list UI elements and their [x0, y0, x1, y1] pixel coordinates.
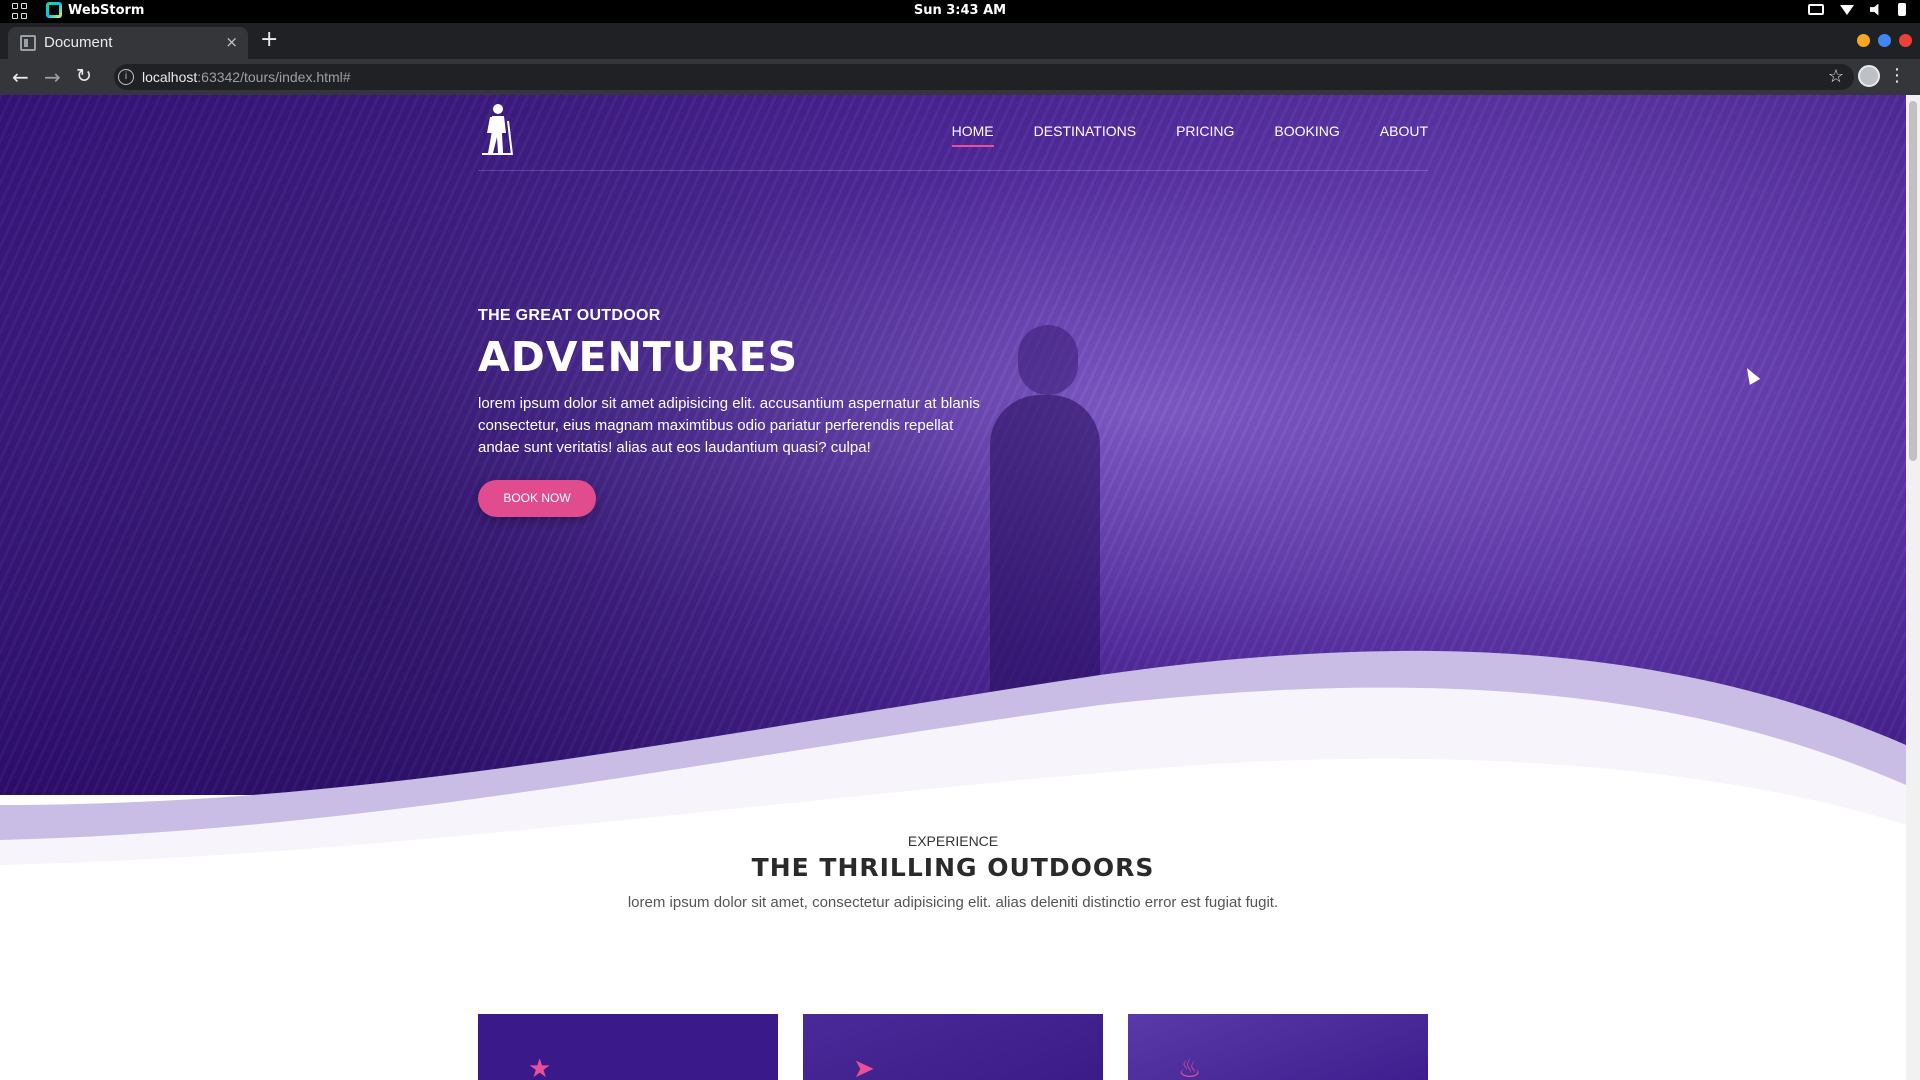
reload-icon[interactable]: ↻ — [76, 65, 92, 87]
new-tab-button[interactable]: + — [260, 29, 278, 51]
scrollbar-thumb[interactable] — [1909, 101, 1917, 461]
hiker-logo-icon[interactable] — [478, 103, 514, 157]
section-text: lorem ipsum dolor sit amet, consectetur … — [627, 894, 1279, 911]
nav-about[interactable]: ABOUT — [1380, 123, 1428, 147]
camera-icon[interactable] — [1808, 4, 1824, 15]
browser-toolbar: ← → ↻ i localhost:63342/tours/index.html… — [0, 59, 1920, 95]
site-navbar: HOME DESTINATIONS PRICING BOOKING ABOUT — [478, 95, 1428, 171]
maximize-button[interactable] — [1878, 34, 1891, 47]
star-icon: ★ — [528, 1054, 552, 1080]
nav-home[interactable]: HOME — [951, 123, 994, 147]
feature-card[interactable]: ➤ — [803, 1014, 1103, 1080]
section-eyebrow: EXPERIENCE — [907, 833, 999, 849]
nav-destinations[interactable]: DESTINATIONS — [1034, 123, 1136, 147]
bookmark-star-icon[interactable]: ☆ — [1828, 66, 1844, 87]
system-clock[interactable]: Sun 3:43 AM — [0, 3, 1920, 18]
primary-nav: HOME DESTINATIONS PRICING BOOKING ABOUT — [951, 123, 1428, 147]
wifi-icon[interactable] — [1840, 4, 1854, 15]
feature-cards: ★ ➤ ♨ — [478, 1014, 1428, 1080]
volume-icon[interactable] — [1870, 3, 1879, 16]
minimize-button[interactable] — [1857, 34, 1870, 47]
tab-title: Document — [44, 34, 113, 51]
hero-copy: THE GREAT OUTDOOR ADVENTURES lorem ipsum… — [478, 307, 998, 517]
feature-card[interactable]: ♨ — [1128, 1014, 1428, 1080]
site-info-icon[interactable]: i — [118, 69, 134, 85]
book-now-button[interactable]: BOOK NOW — [478, 480, 596, 517]
hero-kicker: THE GREAT OUTDOOR — [478, 307, 661, 324]
close-window-button[interactable] — [1899, 34, 1912, 47]
nav-booking[interactable]: BOOKING — [1274, 123, 1339, 147]
tab-close-icon[interactable]: × — [225, 33, 238, 51]
profile-avatar-icon[interactable] — [1858, 65, 1880, 87]
experience-section: EXPERIENCE THE THRILLING OUTDOORS lorem … — [0, 833, 1906, 911]
back-arrow-icon[interactable]: ← — [12, 65, 29, 89]
feature-card[interactable]: ★ — [478, 1014, 778, 1080]
battery-icon[interactable] — [1898, 3, 1906, 16]
web-page: HOME DESTINATIONS PRICING BOOKING ABOUT … — [0, 95, 1906, 1080]
hero-title: ADVENTURES — [478, 333, 799, 381]
page-scrollbar[interactable] — [1906, 95, 1920, 1080]
browser-tab[interactable]: Document × — [8, 27, 248, 59]
system-tray[interactable] — [1808, 3, 1906, 16]
window-controls — [1857, 34, 1912, 47]
section-title: THE THRILLING OUTDOORS — [751, 853, 1155, 882]
os-top-bar: WebStorm Sun 3:43 AM — [0, 0, 1920, 23]
address-bar[interactable]: i localhost:63342/tours/index.html# ☆ — [114, 64, 1854, 90]
browser-tab-strip: Document × + — [0, 23, 1920, 59]
hero-body: lorem ipsum dolor sit amet adipisicing e… — [478, 395, 980, 456]
fire-icon: ♨ — [1178, 1054, 1202, 1080]
compass-icon: ➤ — [853, 1054, 875, 1080]
document-favicon-icon — [20, 35, 36, 51]
url-text[interactable]: localhost:63342/tours/index.html# — [142, 69, 351, 85]
nav-pricing[interactable]: PRICING — [1176, 123, 1234, 147]
browser-menu-icon[interactable]: ⋮ — [1888, 65, 1906, 86]
forward-arrow-icon[interactable]: → — [44, 65, 61, 89]
